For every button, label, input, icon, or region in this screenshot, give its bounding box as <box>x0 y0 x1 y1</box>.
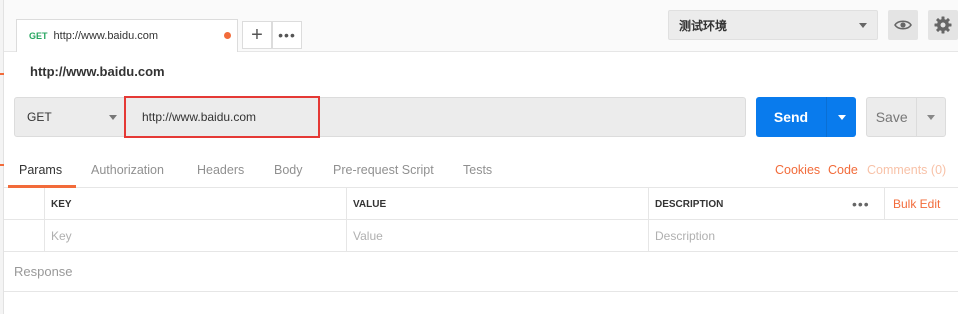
save-button[interactable]: Save <box>866 97 946 137</box>
save-options-button[interactable] <box>916 98 945 136</box>
environment-quick-look-button[interactable] <box>888 10 918 40</box>
bulk-edit-link[interactable]: Bulk Edit <box>884 188 940 220</box>
eye-icon <box>894 20 912 30</box>
tab-title: http://www.baidu.com <box>53 30 159 42</box>
divider <box>4 291 958 292</box>
param-value-input[interactable]: Value <box>346 220 648 252</box>
url-value: http://www.baidu.com <box>142 110 257 124</box>
http-method-select[interactable]: GET <box>14 97 126 137</box>
tab-pre-request-script[interactable]: Pre-request Script <box>333 163 434 177</box>
request-tab[interactable]: GET http://www.baidu.com <box>16 19 238 52</box>
table-row: Key Value Description <box>4 220 958 252</box>
request-subtabs: Params Authorization Headers Body Pre-re… <box>4 156 958 188</box>
manage-environments-button[interactable] <box>928 10 958 40</box>
tab-method-badge: GET <box>29 31 48 41</box>
tab-body[interactable]: Body <box>274 163 303 177</box>
chevron-down-icon <box>109 115 117 120</box>
chevron-down-icon <box>859 23 867 28</box>
params-table: KEY VALUE DESCRIPTION ••• Bulk Edit Key … <box>4 188 958 252</box>
environment-select[interactable]: 测试环境 <box>668 10 878 40</box>
code-link[interactable]: Code <box>828 163 858 177</box>
cookies-link[interactable]: Cookies <box>775 163 820 177</box>
url-input[interactable]: http://www.baidu.com <box>126 97 746 137</box>
gear-icon <box>934 16 952 34</box>
tab-params[interactable]: Params <box>19 163 62 177</box>
request-tabs-bar: GET http://www.baidu.com + ••• 测试环境 <box>4 0 958 52</box>
table-options-button[interactable]: ••• <box>852 196 870 212</box>
tab-tests[interactable]: Tests <box>463 163 492 177</box>
tab-headers[interactable]: Headers <box>197 163 244 177</box>
more-tabs-button[interactable]: ••• <box>272 21 302 49</box>
chevron-down-icon <box>837 114 846 120</box>
send-button[interactable]: Send <box>756 97 856 137</box>
response-label: Response <box>14 264 73 279</box>
param-key-input[interactable]: Key <box>44 220 346 252</box>
request-name: http://www.baidu.com <box>30 64 165 79</box>
new-tab-button[interactable]: + <box>242 21 272 49</box>
sidebar-marker <box>0 73 4 75</box>
tab-authorization[interactable]: Authorization <box>91 163 164 177</box>
column-header-value: VALUE <box>346 188 648 220</box>
save-label: Save <box>875 109 908 125</box>
table-header-row: KEY VALUE DESCRIPTION ••• Bulk Edit <box>4 188 958 220</box>
http-method-value: GET <box>27 110 52 124</box>
send-label: Send <box>773 109 809 125</box>
send-options-button[interactable] <box>826 97 856 137</box>
environment-value: 测试环境 <box>679 18 728 33</box>
comments-link[interactable]: Comments (0) <box>867 163 946 177</box>
unsaved-dot-icon <box>224 32 231 39</box>
chevron-down-icon <box>927 114 936 120</box>
param-description-input[interactable]: Description <box>648 220 954 252</box>
column-header-key: KEY <box>44 188 346 220</box>
